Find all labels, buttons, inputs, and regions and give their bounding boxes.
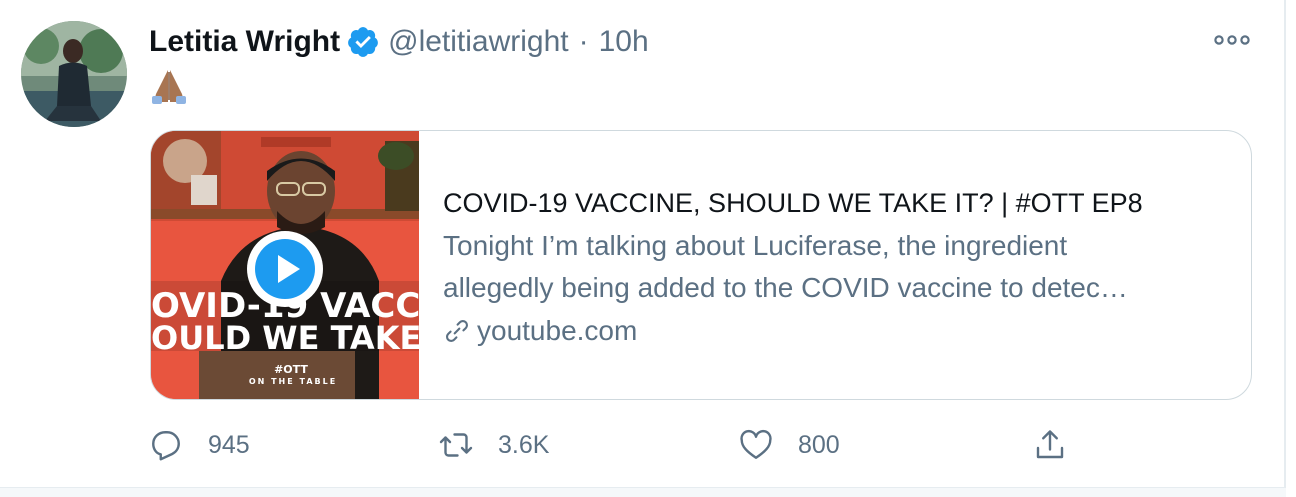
timeline-border bbox=[1284, 0, 1286, 497]
verified-badge-icon bbox=[346, 25, 380, 59]
card-description: Tonight I’m talking about Luciferase, th… bbox=[443, 225, 1233, 309]
more-options-button[interactable] bbox=[1210, 24, 1254, 56]
thumbnail-badge-sub: ON THE TABLE bbox=[248, 377, 338, 386]
tweet-text-value: 🙏🏾 bbox=[148, 66, 149, 67]
play-button[interactable] bbox=[247, 231, 323, 307]
thumbnail-badge: #OTT bbox=[274, 363, 308, 376]
tweet-header: Letitia Wright @letitiawright · 10h bbox=[149, 22, 649, 62]
card-domain-text: youtube.com bbox=[477, 315, 638, 346]
folded-hands-emoji bbox=[152, 70, 186, 104]
reply-button[interactable]: 945 bbox=[148, 422, 250, 468]
thumbnail-title-line2: OULD WE TAKE bbox=[151, 321, 419, 355]
play-icon bbox=[255, 239, 315, 299]
link-preview-card[interactable]: OVID-19 VACCIN OULD WE TAKE #OTT ON THE … bbox=[150, 130, 1252, 400]
reply-icon bbox=[152, 431, 180, 461]
tweet-timestamp[interactable]: 10h bbox=[599, 25, 649, 59]
separator-dot: · bbox=[578, 25, 589, 58]
card-description-line2: allegedly being added to the COVID vacci… bbox=[443, 272, 1128, 303]
tweet-actions: 945 3.6K 800 bbox=[148, 422, 1078, 468]
retweet-count: 3.6K bbox=[498, 430, 550, 459]
reply-count: 945 bbox=[208, 430, 250, 459]
tweet-text: 🙏🏾 bbox=[148, 66, 190, 106]
avatar[interactable] bbox=[21, 21, 127, 127]
author-handle[interactable]: @letitiawright bbox=[388, 25, 569, 59]
heart-icon bbox=[740, 429, 772, 459]
card-description-line1: Tonight I’m talking about Luciferase, th… bbox=[443, 230, 1068, 261]
retweet-button[interactable]: 3.6K bbox=[438, 422, 549, 468]
video-thumbnail[interactable]: OVID-19 VACCIN OULD WE TAKE #OTT ON THE … bbox=[151, 131, 419, 399]
card-title: COVID-19 VACCINE, SHOULD WE TAKE IT? | #… bbox=[443, 188, 1143, 218]
more-options-icon bbox=[1214, 35, 1250, 45]
like-button[interactable]: 800 bbox=[738, 422, 840, 468]
share-icon bbox=[1036, 430, 1064, 459]
share-button[interactable] bbox=[1032, 422, 1068, 468]
card-body: COVID-19 VACCINE, SHOULD WE TAKE IT? | #… bbox=[443, 183, 1233, 347]
card-domain: youtube.com bbox=[443, 315, 1233, 347]
retweet-icon bbox=[439, 433, 473, 457]
like-count: 800 bbox=[798, 430, 840, 459]
author-name[interactable]: Letitia Wright bbox=[149, 25, 340, 59]
link-icon bbox=[446, 320, 468, 342]
tweet-divider bbox=[0, 487, 1286, 497]
